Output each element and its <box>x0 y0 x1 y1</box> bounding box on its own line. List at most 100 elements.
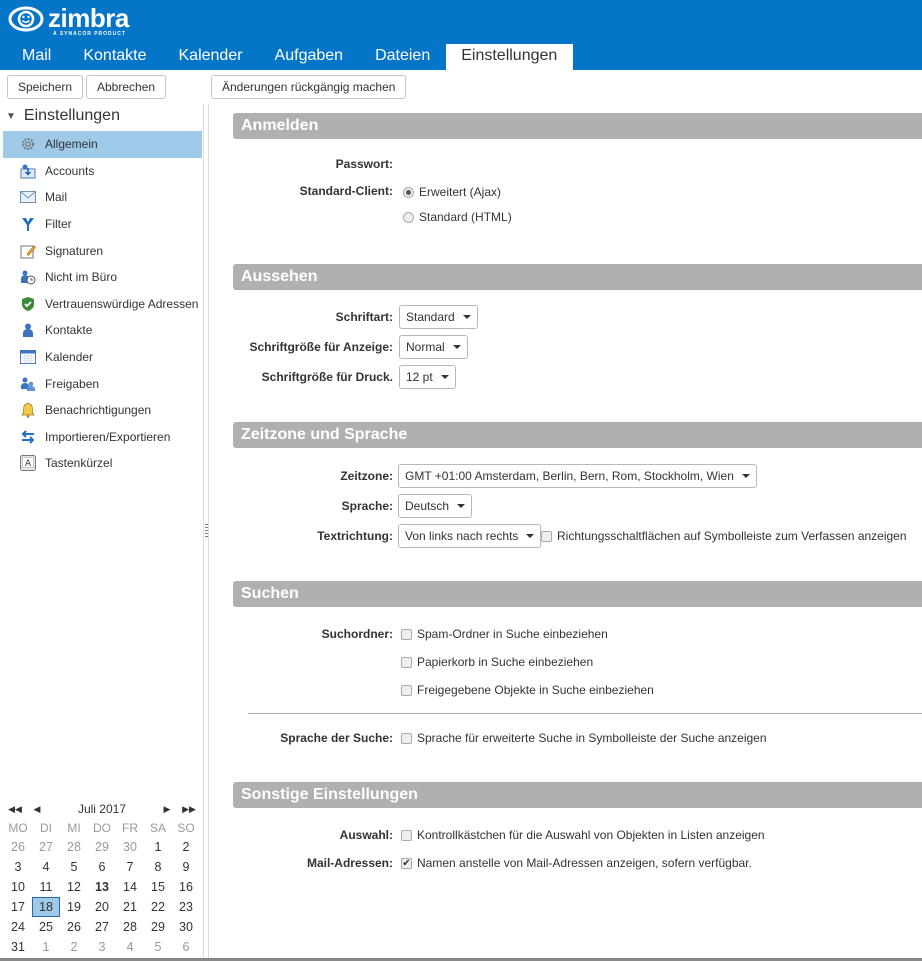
calendar-day[interactable]: 28 <box>60 837 88 857</box>
tab-mail[interactable]: Mail <box>6 44 67 70</box>
calendar-day[interactable]: 4 <box>116 937 144 957</box>
calendar-day[interactable]: 4 <box>32 857 60 877</box>
calendar-day[interactable]: 29 <box>144 917 172 937</box>
next-month-icon[interactable]: ▶ <box>156 804 178 815</box>
calendar-day[interactable]: 24 <box>4 917 32 937</box>
calendar-day[interactable]: 8 <box>144 857 172 877</box>
calendar-day[interactable]: 22 <box>144 897 172 917</box>
print-font-size-select[interactable]: 12 pt <box>399 365 456 389</box>
calendar-day[interactable]: 3 <box>88 937 116 957</box>
calendar-day[interactable]: 6 <box>172 937 200 957</box>
language-select[interactable]: Deutsch <box>398 494 473 518</box>
calendar-day[interactable]: 23 <box>172 897 200 917</box>
sidebar-item-vertrauenswuerdige-adressen[interactable]: Vertrauenswürdige Adressen <box>3 291 202 318</box>
sidebar-item-nicht-im-buero[interactable]: Nicht im Büro <box>3 264 202 291</box>
sidebar-splitter[interactable] <box>203 104 209 961</box>
calendar-day[interactable]: 30 <box>116 837 144 857</box>
sidebar-item-signaturen[interactable]: Signaturen <box>3 237 202 264</box>
sidebar-item-benachrichtigungen[interactable]: Benachrichtigungen <box>3 397 202 424</box>
search-shared-checkbox[interactable] <box>401 684 412 696</box>
calendar-day[interactable]: 1 <box>32 937 60 957</box>
calendar-day[interactable]: 17 <box>4 897 32 917</box>
calendar-month-title[interactable]: Juli 2017 <box>48 802 156 816</box>
sidebar-item-kalender[interactable]: Kalender <box>3 344 202 371</box>
calendar-day[interactable]: 21 <box>116 897 144 917</box>
sidebar-item-kontakte[interactable]: Kontakte <box>3 317 202 344</box>
calendar-day[interactable]: 5 <box>144 937 172 957</box>
search-language-option[interactable]: Sprache für erweiterte Suche in Symbolle… <box>401 731 767 745</box>
calendar-day[interactable]: 3 <box>4 857 32 877</box>
calendar-day[interactable]: 7 <box>116 857 144 877</box>
settings-tree-header[interactable]: ▼ Einstellungen <box>6 107 120 125</box>
calendar-day[interactable]: 31 <box>4 937 32 957</box>
show-names-checkbox[interactable]: ✔ <box>401 857 412 869</box>
show-names-option[interactable]: ✔ Namen anstelle von Mail-Adressen anzei… <box>401 856 752 870</box>
font-select[interactable]: Standard <box>399 305 478 329</box>
sidebar-item-importieren-exportieren[interactable]: Importieren/Exportieren <box>3 424 202 451</box>
calendar-day[interactable]: 26 <box>4 837 32 857</box>
direction-buttons-option[interactable]: Richtungsschaltflächen auf Symbolleiste … <box>541 529 907 543</box>
search-spam-checkbox[interactable] <box>401 628 412 640</box>
text-direction-select[interactable]: Von links nach rechts <box>398 524 542 548</box>
calendar-day[interactable]: 6 <box>88 857 116 877</box>
calendar-day[interactable]: 27 <box>32 837 60 857</box>
search-shared-option[interactable]: Freigegebene Objekte in Suche einbeziehe… <box>401 683 654 697</box>
previous-year-icon[interactable]: ◀◀ <box>4 804 26 815</box>
search-trash-option[interactable]: Papierkorb in Suche einbeziehen <box>401 655 593 669</box>
client-option-ajax[interactable]: Erweitert (Ajax) <box>403 185 501 199</box>
calendar-day[interactable]: 19 <box>60 897 88 917</box>
print-font-size-label: Schriftgröße für Druck. <box>261 370 393 384</box>
tab-einstellungen[interactable]: Einstellungen <box>446 44 574 70</box>
calendar-day[interactable]: 5 <box>60 857 88 877</box>
calendar-day[interactable]: 16 <box>172 877 200 897</box>
search-trash-checkbox[interactable] <box>401 656 412 668</box>
calendar-day[interactable]: 15 <box>144 877 172 897</box>
calendar-day[interactable]: 14 <box>116 877 144 897</box>
sidebar-item-mail[interactable]: Mail <box>3 184 202 211</box>
calendar-day[interactable]: 30 <box>172 917 200 937</box>
calendar-day[interactable]: 28 <box>116 917 144 937</box>
calendar-day[interactable]: 26 <box>60 917 88 937</box>
calendar-day[interactable]: 20 <box>88 897 116 917</box>
selection-checkboxes-checkbox[interactable] <box>401 829 412 841</box>
calendar-day[interactable]: 2 <box>172 837 200 857</box>
calendar-day[interactable]: 25 <box>32 917 60 937</box>
tab-kontakte[interactable]: Kontakte <box>67 44 162 70</box>
client-option-html[interactable]: Standard (HTML) <box>403 210 512 224</box>
save-button[interactable]: Speichern <box>7 75 84 99</box>
calendar-day[interactable]: 2 <box>60 937 88 957</box>
sidebar-item-label: Vertrauenswürdige Adressen <box>45 296 199 311</box>
search-language-checkbox[interactable] <box>401 732 412 744</box>
sidebar-item-accounts[interactable]: Accounts <box>3 158 202 185</box>
collapse-arrow-icon[interactable]: ▼ <box>6 111 16 122</box>
tab-aufgaben[interactable]: Aufgaben <box>259 44 360 70</box>
splitter-grip-icon[interactable] <box>205 524 208 539</box>
tab-kalender[interactable]: Kalender <box>163 44 259 70</box>
radio-ajax[interactable] <box>403 186 414 198</box>
timezone-select[interactable]: GMT +01:00 Amsterdam, Berlin, Bern, Rom,… <box>398 464 757 488</box>
sidebar-item-tastenkuerzel[interactable]: A Tastenkürzel <box>3 450 202 477</box>
calendar-day[interactable]: 29 <box>88 837 116 857</box>
tab-dateien[interactable]: Dateien <box>359 44 446 70</box>
revert-changes-button[interactable]: Änderungen rückgängig machen <box>211 75 407 99</box>
sidebar-item-filter[interactable]: Filter <box>3 211 202 238</box>
sidebar-item-freigaben[interactable]: Freigaben <box>3 370 202 397</box>
search-spam-option[interactable]: Spam-Ordner in Suche einbeziehen <box>401 627 608 641</box>
calendar-day[interactable]: 1 <box>144 837 172 857</box>
next-year-icon[interactable]: ▶▶ <box>178 804 200 815</box>
sidebar-item-allgemein[interactable]: Allgemein <box>3 131 202 158</box>
calendar-day[interactable]: 11 <box>32 877 60 897</box>
zimbra-logo[interactable]: zimbra A SYNACOR PRODUCT <box>6 5 129 37</box>
display-font-size-select[interactable]: Normal <box>399 335 468 359</box>
calendar-day[interactable]: 10 <box>4 877 32 897</box>
calendar-day[interactable]: 12 <box>60 877 88 897</box>
calendar-day[interactable]: 27 <box>88 917 116 937</box>
cancel-button[interactable]: Abbrechen <box>86 75 167 99</box>
calendar-day[interactable]: 9 <box>172 857 200 877</box>
direction-buttons-checkbox[interactable] <box>541 530 552 542</box>
selection-checkboxes-option[interactable]: Kontrollkästchen für die Auswahl von Obj… <box>401 828 765 842</box>
calendar-day-selected[interactable]: 18 <box>32 897 60 917</box>
radio-html[interactable] <box>403 211 414 223</box>
calendar-day[interactable]: 13 <box>88 877 116 897</box>
previous-month-icon[interactable]: ◀ <box>26 804 48 815</box>
